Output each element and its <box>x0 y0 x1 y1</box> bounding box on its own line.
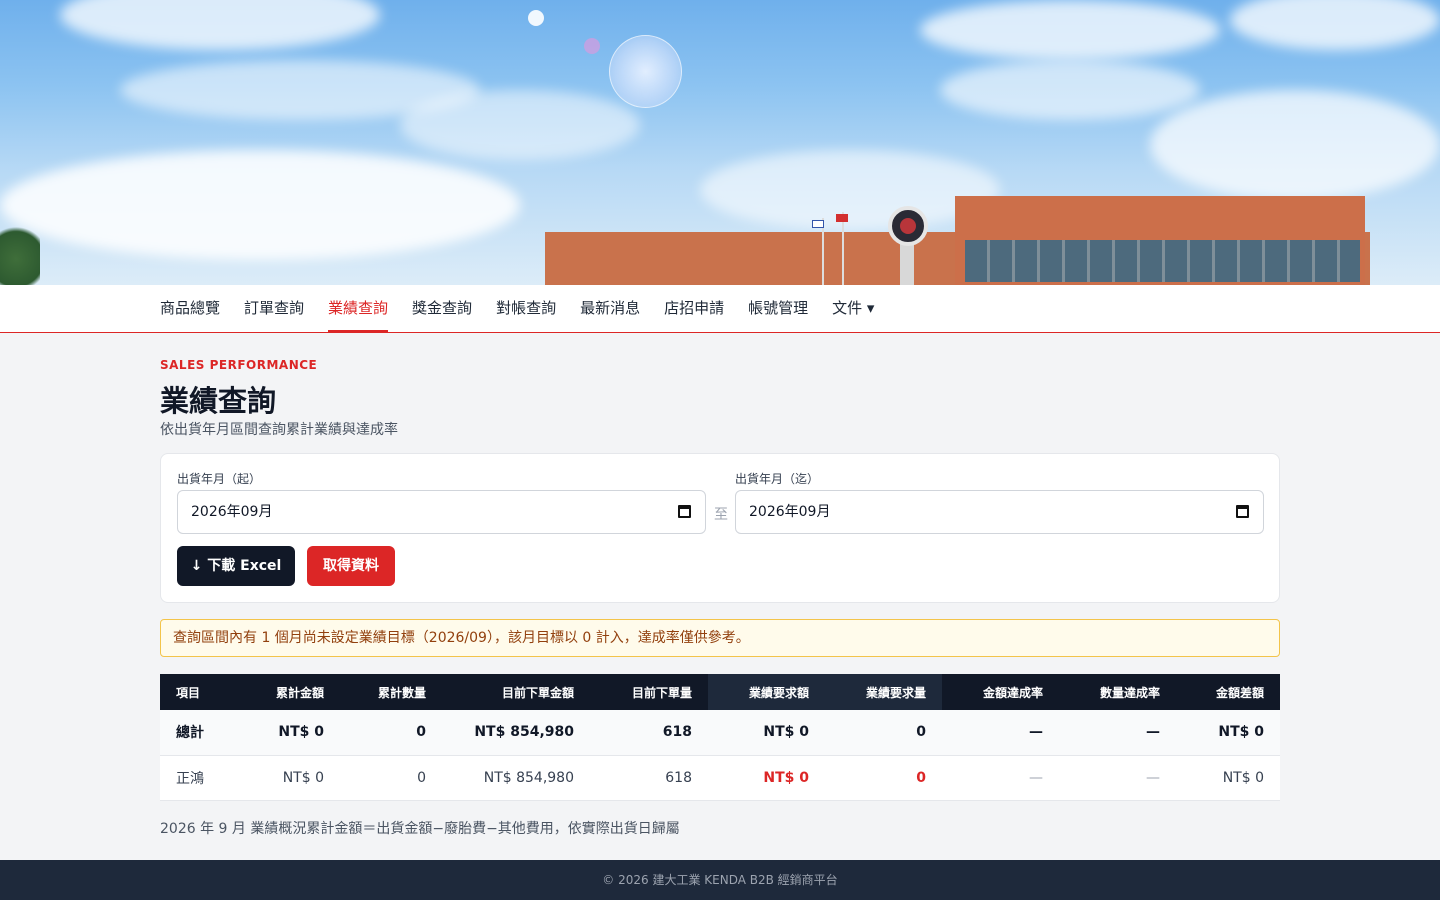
nav-item-products[interactable]: 商品總覽 <box>160 285 220 332</box>
col-amount-rate: 金額達成率 <box>942 674 1059 710</box>
footnote: 2026 年 9 月 業績概況累計金額＝出貨金額−廢胎費−其他費用，依實際出貨日… <box>160 821 680 837</box>
sales-table: 項目 累計金額 累計數量 目前下單金額 目前下單量 業績要求額 業績要求量 金額… <box>160 674 1280 801</box>
download-excel-button[interactable]: ↓ 下載 Excel <box>177 546 295 586</box>
table-cell: NT$ 854,980 <box>442 755 590 801</box>
target-warning-alert: 查詢區間內有 1 個月尚未設定業績目標（2026/09），該月目標以 0 計入，… <box>160 619 1280 657</box>
table-cell: — <box>1059 755 1176 801</box>
page-title: 業績查詢 <box>160 384 277 418</box>
nav-item-news[interactable]: 最新消息 <box>580 285 640 332</box>
table-cell: NT$ 0 <box>708 755 825 801</box>
table-cell: NT$ 0 <box>708 710 825 756</box>
nav-item-signage[interactable]: 店招申請 <box>664 285 724 332</box>
nav-item-statements[interactable]: 對帳查詢 <box>496 285 556 332</box>
table-cell: 0 <box>340 710 442 756</box>
table-row-total: 總計 NT$ 0 0 NT$ 854,980 618 NT$ 0 0 — — N… <box>160 710 1280 756</box>
range-separator: 至 <box>714 507 728 523</box>
page-subtitle: 依出貨年月區間查詢累計業績與達成率 <box>160 422 398 438</box>
table-cell: 618 <box>590 755 708 801</box>
nav-item-sales[interactable]: 業績查詢 <box>328 285 389 332</box>
table-cell: 618 <box>590 710 708 756</box>
nav-item-bonus[interactable]: 獎金查詢 <box>412 285 472 332</box>
page-footer: © 2026 建大工業 KENDA B2B 經銷商平台 <box>0 860 1440 900</box>
table-header-row: 項目 累計金額 累計數量 目前下單金額 目前下單量 業績要求額 業績要求量 金額… <box>160 674 1280 710</box>
calendar-icon[interactable] <box>1236 505 1249 518</box>
end-month-input[interactable]: 2026年09月 <box>735 490 1264 534</box>
table-cell: NT$ 854,980 <box>442 710 590 756</box>
col-current-order-amount: 目前下單金額 <box>442 674 590 710</box>
table-cell: NT$ 0 <box>1176 755 1280 801</box>
table-cell: NT$ 0 <box>1176 710 1280 756</box>
nav-item-account[interactable]: 帳號管理 <box>748 285 808 332</box>
table-row: 正鴻 NT$ 0 0 NT$ 854,980 618 NT$ 0 0 — — N… <box>160 755 1280 801</box>
table-cell: 0 <box>825 755 942 801</box>
end-month-value: 2026年09月 <box>749 504 831 520</box>
hero-banner <box>0 0 1440 285</box>
table-cell: — <box>942 710 1059 756</box>
filter-card: 出貨年月（起） 2026年09月 至 出貨年月（迄） 2026年09月 ↓ 下載… <box>160 453 1280 603</box>
fetch-data-button[interactable]: 取得資料 <box>307 546 395 586</box>
start-month-input[interactable]: 2026年09月 <box>177 490 706 534</box>
nav-item-orders[interactable]: 訂單查詢 <box>244 285 304 332</box>
main-nav: 商品總覽 訂單查詢 業績查詢 獎金查詢 對帳查詢 最新消息 店招申請 帳號管理 … <box>0 285 1440 333</box>
start-month-value: 2026年09月 <box>191 504 273 520</box>
col-cumulative-qty: 累計數量 <box>340 674 442 710</box>
table-cell: 正鴻 <box>160 755 256 801</box>
start-month-label: 出貨年月（起） <box>177 472 262 486</box>
page-eyebrow: SALES PERFORMANCE <box>160 358 318 372</box>
nav-list: 商品總覽 訂單查詢 業績查詢 獎金查詢 對帳查詢 最新消息 店招申請 帳號管理 … <box>160 285 874 332</box>
col-current-order-qty: 目前下單量 <box>590 674 708 710</box>
col-amount-diff: 金額差額 <box>1176 674 1280 710</box>
col-item: 項目 <box>160 674 256 710</box>
end-month-label: 出貨年月（迄） <box>735 472 820 486</box>
col-target-amount: 業績要求額 <box>708 674 825 710</box>
col-cumulative-amount: 累計金額 <box>256 674 340 710</box>
col-qty-rate: 數量達成率 <box>1059 674 1176 710</box>
col-target-qty: 業績要求量 <box>825 674 942 710</box>
table-cell: NT$ 0 <box>256 710 340 756</box>
table-cell: — <box>1059 710 1176 756</box>
table-cell: 0 <box>825 710 942 756</box>
table-cell: 0 <box>340 755 442 801</box>
table-cell: 總計 <box>160 710 256 756</box>
calendar-icon[interactable] <box>678 505 691 518</box>
table-cell: NT$ 0 <box>256 755 340 801</box>
nav-item-documents-dropdown[interactable]: 文件 ▾ <box>832 285 874 332</box>
table-cell: — <box>942 755 1059 801</box>
